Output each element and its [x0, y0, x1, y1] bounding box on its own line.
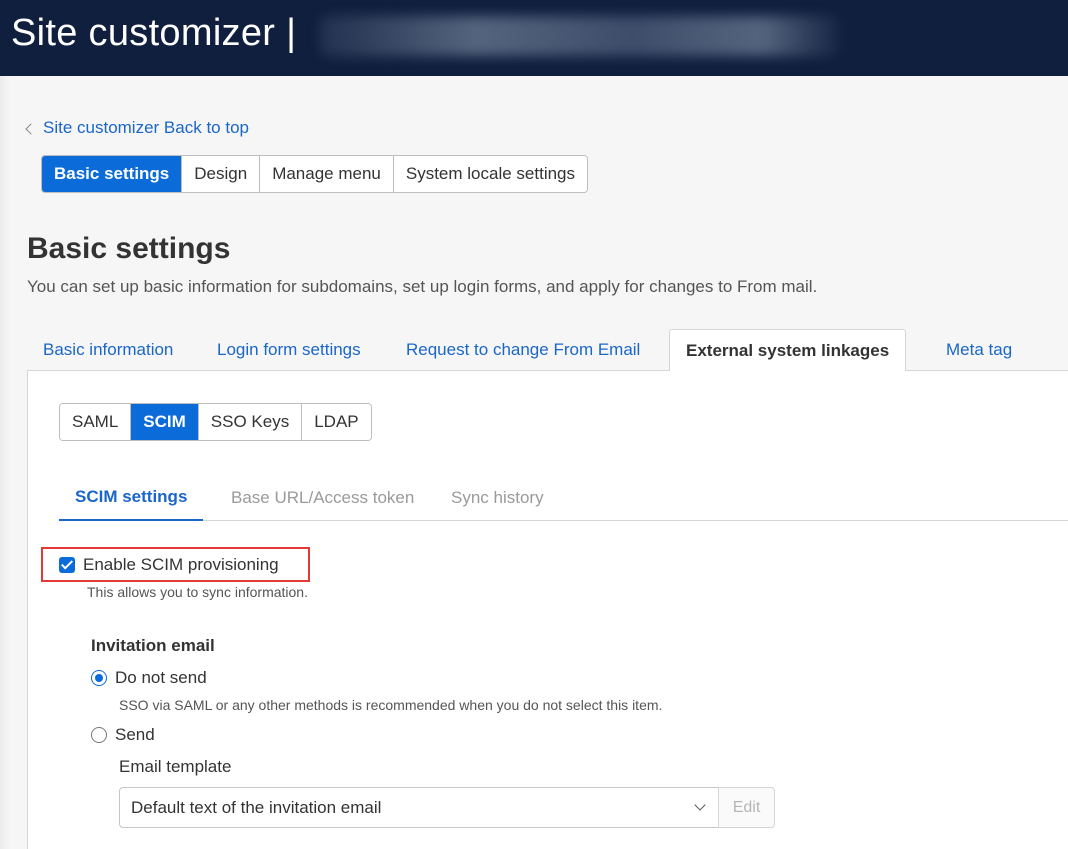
tab-basic-settings[interactable]: Basic settings [42, 156, 183, 192]
invitation-email-title: Invitation email [91, 636, 215, 655]
email-template-select[interactable]: Default text of the invitation email [119, 787, 719, 828]
section-tabs: Basic information Login form settings Re… [27, 329, 1068, 372]
tab-system-locale-settings[interactable]: System locale settings [393, 156, 588, 192]
tab-sso-keys[interactable]: SSO Keys [198, 404, 303, 440]
tab-design[interactable]: Design [182, 156, 261, 192]
email-template-label: Email template [119, 757, 232, 776]
app-title: Site customizer | [11, 12, 297, 54]
tab-scim[interactable]: SCIM [131, 404, 199, 440]
edit-template-button[interactable]: Edit [718, 787, 775, 828]
back-link-label: Site customizer Back to top [43, 118, 249, 137]
tab-request-change-from-email[interactable]: Request to change From Email [406, 329, 640, 371]
tab-meta-tag[interactable]: Meta tag [946, 329, 1012, 371]
back-to-top-link[interactable]: Site customizer Back to top [25, 118, 249, 138]
tab-saml[interactable]: SAML [60, 404, 132, 440]
radio-do-not-send[interactable] [91, 670, 107, 686]
tab-login-form-settings[interactable]: Login form settings [217, 329, 361, 371]
tab-manage-menu[interactable]: Manage menu [260, 156, 394, 192]
do-not-send-help: SSO via SAML or any other methods is rec… [119, 697, 663, 713]
enable-scim-label[interactable]: Enable SCIM provisioning [83, 555, 279, 575]
radio-send-label[interactable]: Send [115, 725, 155, 745]
linkage-tabs: SAML SCIM SSO Keys LDAP [59, 403, 372, 441]
chevron-left-icon [25, 122, 37, 135]
scim-tabs: SCIM settings Base URL/Access token Sync… [59, 474, 1068, 521]
radio-send[interactable] [91, 727, 107, 743]
tab-sync-history[interactable]: Sync history [451, 474, 544, 521]
tab-basic-information[interactable]: Basic information [43, 329, 173, 371]
left-edge-shadow [0, 76, 10, 849]
tab-ldap[interactable]: LDAP [302, 404, 371, 440]
redacted-site-name [320, 16, 840, 56]
app-header: Site customizer | [0, 0, 1068, 76]
enable-scim-help: This allows you to sync information. [87, 584, 308, 600]
chevron-down-icon [694, 799, 706, 811]
enable-scim-checkbox[interactable] [59, 557, 75, 573]
tab-base-url-access-token[interactable]: Base URL/Access token [231, 474, 414, 521]
page-title: Basic settings [27, 232, 231, 265]
radio-do-not-send-label[interactable]: Do not send [115, 668, 207, 688]
top-tabs: Basic settings Design Manage menu System… [41, 155, 589, 193]
tab-scim-settings[interactable]: SCIM settings [59, 474, 204, 521]
page-description: You can set up basic information for sub… [27, 277, 818, 296]
tab-external-system-linkages[interactable]: External system linkages [669, 329, 907, 372]
external-linkages-panel [27, 371, 1068, 849]
email-template-value: Default text of the invitation email [131, 797, 382, 817]
